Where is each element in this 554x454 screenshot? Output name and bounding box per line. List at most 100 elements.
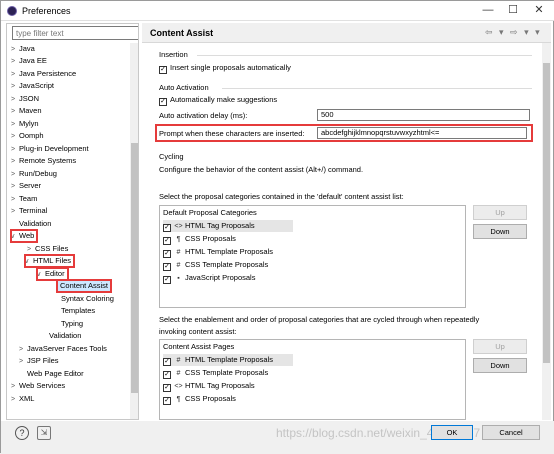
tree-item-label: Validation bbox=[19, 219, 52, 228]
chevron-right-icon[interactable]: > bbox=[11, 81, 19, 93]
tree-item-css-files[interactable]: > CSS Files bbox=[27, 243, 68, 255]
tree-item-javaserver-faces-tools[interactable]: > JavaServer Faces Tools bbox=[19, 343, 107, 355]
tree-item-label: Terminal bbox=[19, 206, 48, 215]
tree-item-html-validation[interactable]: Validation bbox=[49, 330, 81, 342]
content-assist-pages-list[interactable]: Content Assist Pages ✓ # HTML Template Pro… bbox=[159, 339, 466, 420]
checkbox-icon[interactable]: ✓ bbox=[163, 358, 171, 366]
chevron-right-icon[interactable]: > bbox=[11, 381, 19, 393]
tree-item-json[interactable]: > JSON bbox=[11, 93, 39, 105]
default-up-button[interactable]: Up bbox=[473, 205, 527, 220]
tree-item-label: Oomph bbox=[19, 131, 44, 140]
cancel-button[interactable]: Cancel bbox=[482, 425, 540, 440]
help-icon[interactable]: ? bbox=[15, 426, 29, 440]
list-item[interactable]: ✓ ▪ JavaScript Proposals bbox=[163, 272, 255, 284]
tree-item-plugin-development[interactable]: > Plug-in Development bbox=[11, 143, 89, 155]
list-item[interactable]: ✓ # HTML Template Proposals bbox=[163, 246, 273, 258]
list-item[interactable]: ✓ # HTML Template Proposals bbox=[163, 354, 293, 366]
checkbox-icon[interactable]: ✓ bbox=[163, 397, 171, 405]
tree-item-mylyn[interactable]: > Mylyn bbox=[11, 118, 39, 130]
chevron-right-icon[interactable]: > bbox=[11, 156, 19, 168]
checkbox-icon[interactable]: ✓ bbox=[163, 276, 171, 284]
insert-single-checkbox[interactable]: ✓ Insert single proposals automatically bbox=[159, 63, 291, 74]
close-button[interactable]: ✕ bbox=[528, 3, 550, 18]
tree-item-web-page-editor[interactable]: Web Page Editor bbox=[27, 368, 84, 380]
checkbox-icon[interactable]: ✓ bbox=[159, 98, 167, 106]
title-bar: Preferences — ☐ ✕ bbox=[1, 1, 554, 21]
tree-item-web-services[interactable]: > Web Services bbox=[11, 380, 65, 392]
tree-item-label: Templates bbox=[61, 306, 96, 315]
tree-item-terminal[interactable]: > Terminal bbox=[11, 205, 47, 217]
list-item[interactable]: ✓ # CSS Template Proposals bbox=[163, 259, 268, 271]
list-item[interactable]: ✓ ¶ CSS Proposals bbox=[163, 233, 236, 245]
tree-item-xml[interactable]: > XML bbox=[11, 393, 34, 405]
chevron-right-icon[interactable]: > bbox=[11, 131, 19, 143]
checkbox-icon[interactable]: ✓ bbox=[163, 384, 171, 392]
eclipse-icon bbox=[7, 6, 17, 16]
list-item[interactable]: ✓ # CSS Template Proposals bbox=[163, 367, 268, 379]
delay-label: Auto activation delay (ms): bbox=[159, 111, 248, 120]
tree-item-web[interactable]: v Web bbox=[9, 229, 39, 243]
chevron-right-icon[interactable]: > bbox=[11, 394, 19, 406]
tree-item-maven[interactable]: > Maven bbox=[11, 105, 42, 117]
checkbox-icon[interactable]: ✓ bbox=[163, 237, 171, 245]
tree-item-label: Web Page Editor bbox=[27, 369, 84, 378]
ok-button[interactable]: OK bbox=[431, 425, 473, 440]
page-scrollbar[interactable] bbox=[542, 43, 551, 420]
page-scrollbar-thumb[interactable] bbox=[543, 63, 550, 363]
template-icon: # bbox=[176, 262, 181, 269]
tree-item-label: Web bbox=[19, 231, 35, 240]
tree-item-editor[interactable]: v Editor bbox=[36, 267, 69, 281]
tree-item-jsp-files[interactable]: > JSP Files bbox=[19, 355, 59, 367]
list-item[interactable]: ✓ ¶ CSS Proposals bbox=[163, 393, 236, 405]
tree-item-team[interactable]: > Team bbox=[11, 193, 37, 205]
tree-item-syntax-coloring[interactable]: Syntax Coloring bbox=[61, 293, 114, 305]
checkbox-icon[interactable]: ✓ bbox=[163, 224, 171, 232]
navigation-arrows-icon[interactable]: ⇦ ▾ ⇨ ▾ ▾ bbox=[485, 27, 542, 38]
tree-item-javascript[interactable]: > JavaScript bbox=[11, 80, 54, 92]
list-item[interactable]: ✓ <> HTML Tag Proposals bbox=[163, 220, 293, 232]
chevron-down-icon[interactable]: v bbox=[25, 256, 33, 268]
tree-item-java[interactable]: > Java bbox=[11, 43, 35, 55]
chevron-right-icon[interactable]: > bbox=[11, 206, 19, 218]
list-item[interactable]: ✓ <> HTML Tag Proposals bbox=[163, 380, 255, 392]
tree-item-html-files[interactable]: v HTML Files bbox=[23, 254, 76, 268]
cycle-up-button[interactable]: Up bbox=[473, 339, 527, 354]
tree-item-typing[interactable]: Typing bbox=[61, 318, 83, 330]
cycle-list-description-line1: Select the enablement and order of propo… bbox=[159, 315, 480, 324]
tree-scrollbar[interactable] bbox=[130, 43, 138, 419]
default-proposal-list[interactable]: Default Proposal Categories ✓ <> HTML Tag … bbox=[159, 205, 466, 308]
default-down-button[interactable]: Down bbox=[473, 224, 527, 239]
filter-input[interactable] bbox=[12, 26, 138, 40]
tree-item-java-ee[interactable]: > Java EE bbox=[11, 55, 47, 67]
tree-item-content-assist[interactable]: Content Assist bbox=[56, 279, 112, 293]
checkbox-icon[interactable]: ✓ bbox=[163, 371, 171, 379]
chevron-right-icon[interactable]: > bbox=[11, 56, 19, 68]
prompt-characters-input[interactable]: abcdefghijklmnopqrstuvwxyzhtml<= bbox=[317, 127, 527, 139]
checkbox-icon[interactable]: ✓ bbox=[159, 66, 167, 74]
delay-input[interactable]: 500 bbox=[317, 109, 530, 121]
checkbox-icon[interactable]: ✓ bbox=[163, 250, 171, 258]
list-item-label: HTML Tag Proposals bbox=[185, 381, 255, 390]
tree-scrollbar-thumb[interactable] bbox=[131, 143, 138, 393]
chevron-down-icon[interactable]: v bbox=[37, 269, 45, 281]
minimize-button[interactable]: — bbox=[477, 3, 499, 18]
tree-item-server[interactable]: > Server bbox=[11, 180, 41, 192]
chevron-right-icon[interactable]: > bbox=[11, 106, 19, 118]
chevron-right-icon[interactable]: > bbox=[19, 356, 27, 368]
tree-item-templates[interactable]: Templates bbox=[61, 305, 95, 317]
tree-item-java-persistence[interactable]: > Java Persistence bbox=[11, 68, 76, 80]
window-title: Preferences bbox=[22, 6, 71, 16]
chevron-down-icon[interactable]: v bbox=[11, 231, 19, 243]
auto-suggest-checkbox[interactable]: ✓ Automatically make suggestions bbox=[159, 95, 277, 106]
checkbox-icon[interactable]: ✓ bbox=[163, 263, 171, 271]
tree-item-validation[interactable]: Validation bbox=[11, 218, 51, 230]
html-tag-icon: <> bbox=[174, 223, 183, 230]
cycling-heading: Cycling bbox=[159, 152, 184, 161]
cycle-down-button[interactable]: Down bbox=[473, 358, 527, 373]
maximize-button[interactable]: ☐ bbox=[502, 3, 524, 18]
tree-item-oomph[interactable]: > Oomph bbox=[11, 130, 44, 142]
import-export-icon[interactable]: ⇲ bbox=[37, 426, 51, 440]
chevron-right-icon[interactable]: > bbox=[11, 181, 19, 193]
tree-item-remote-systems[interactable]: > Remote Systems bbox=[11, 155, 76, 167]
tree-item-run-debug[interactable]: > Run/Debug bbox=[11, 168, 57, 180]
